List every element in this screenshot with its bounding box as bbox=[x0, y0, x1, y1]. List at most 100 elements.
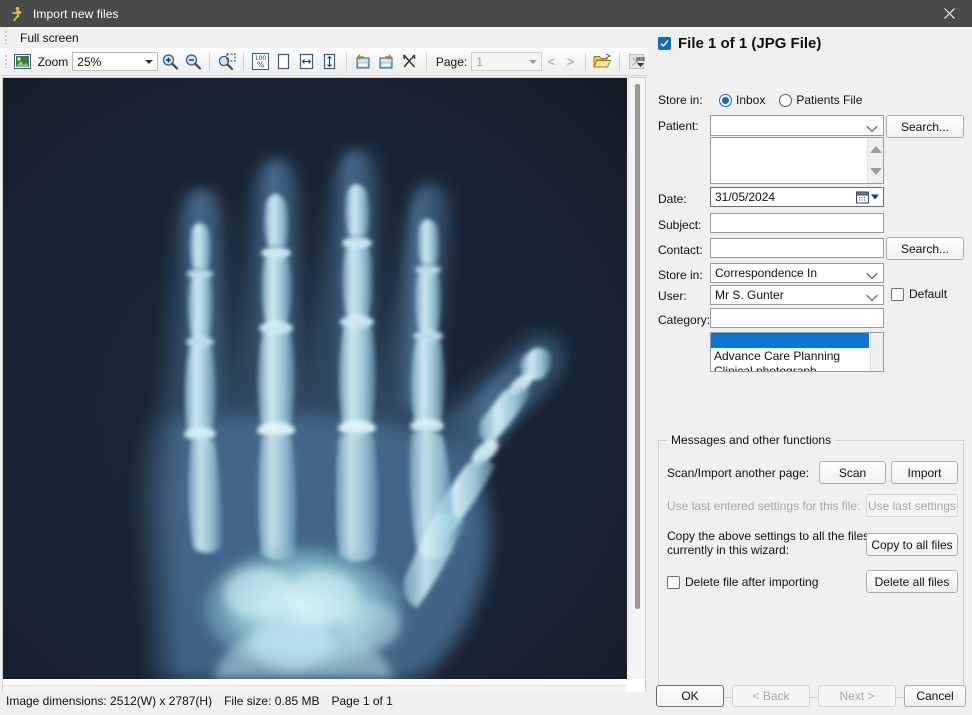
chevron-down-icon-page[interactable] bbox=[528, 59, 537, 64]
store-in-row: Store in: Inbox Patients File bbox=[658, 93, 876, 107]
toolbar-separator-3 bbox=[346, 52, 347, 71]
close-icon[interactable] bbox=[926, 0, 972, 27]
zoom-100-percent-icon[interactable]: 100 % bbox=[250, 51, 271, 73]
import-new-files-window: Import new files Full screen Zoom 25% 10… bbox=[0, 0, 972, 715]
fit-page-icon[interactable] bbox=[273, 51, 294, 73]
radio-patients-file[interactable]: Patients File bbox=[779, 93, 862, 107]
scroll-up-icon[interactable] bbox=[869, 146, 882, 153]
title-bar: Import new files bbox=[0, 0, 972, 27]
delete-file-checkbox-label: Delete file after importing bbox=[685, 575, 819, 589]
toolbar-separator-5 bbox=[585, 52, 587, 71]
image-icon[interactable] bbox=[12, 51, 33, 73]
menu-gripper[interactable] bbox=[2, 30, 11, 46]
zoom-in-icon[interactable] bbox=[159, 51, 180, 73]
prev-page-icon[interactable]: < bbox=[542, 54, 561, 69]
radio-inbox-dot bbox=[719, 93, 732, 107]
hand-xray-image[interactable] bbox=[3, 78, 627, 679]
radio-inbox-label: Inbox bbox=[736, 93, 766, 107]
toolbar-gripper[interactable] bbox=[2, 54, 11, 70]
messages-group-box: Messages and other functions Scan/Import… bbox=[658, 433, 964, 698]
viewer-menu-bar: Full screen bbox=[0, 27, 648, 48]
image-viewer-pane: Full screen Zoom 25% 100 % Page: 1 < > I… bbox=[0, 27, 648, 715]
date-label: Date: bbox=[658, 192, 687, 206]
toolbar-separator-6 bbox=[619, 52, 620, 71]
vertical-scrollbar-thumb[interactable] bbox=[635, 84, 640, 609]
zoom-select-area-icon[interactable] bbox=[216, 51, 237, 73]
category-option-1[interactable]: Advance Care Planning bbox=[711, 348, 869, 363]
contact-label: Contact: bbox=[658, 243, 703, 257]
toolbar-separator-2 bbox=[243, 52, 245, 71]
panel-heading-text: File 1 of 1 (JPG File) bbox=[678, 35, 822, 52]
category-list-scrollbar[interactable] bbox=[870, 333, 883, 371]
open-folder-icon[interactable] bbox=[592, 51, 613, 73]
chevron-down-icon-patient[interactable] bbox=[868, 121, 877, 130]
rotate-left-icon[interactable] bbox=[353, 51, 374, 73]
toolbar-separator bbox=[209, 52, 211, 71]
radio-inbox[interactable]: Inbox bbox=[719, 93, 765, 107]
page-combo[interactable]: 1 bbox=[471, 52, 542, 71]
next-page-icon[interactable]: > bbox=[561, 54, 580, 69]
patient-search-button[interactable]: Search... bbox=[886, 115, 964, 138]
default-checkbox-label: Default bbox=[909, 287, 948, 301]
delete-all-files-button[interactable]: Delete all files bbox=[866, 570, 958, 593]
default-checkbox[interactable]: Default bbox=[891, 287, 947, 301]
category-option-0[interactable] bbox=[711, 333, 869, 348]
chevron-down-icon-store-in-2[interactable] bbox=[868, 269, 877, 278]
user-value: Mr S. Gunter bbox=[715, 288, 784, 302]
calendar-icon[interactable] bbox=[856, 191, 879, 204]
next-button: Next > bbox=[818, 685, 896, 707]
window-title: Import new files bbox=[33, 6, 119, 21]
menu-item-full-screen[interactable]: Full screen bbox=[14, 29, 85, 47]
copy-to-all-files-button[interactable]: Copy to all files bbox=[866, 533, 958, 556]
import-button[interactable]: Import bbox=[891, 461, 958, 484]
svg-text:%: % bbox=[257, 61, 265, 70]
ok-button[interactable]: OK bbox=[656, 685, 724, 707]
panel-heading: File 1 of 1 (JPG File) bbox=[658, 35, 821, 52]
toolbar-overflow-icon[interactable] bbox=[634, 51, 646, 73]
subject-label: Subject: bbox=[658, 218, 702, 232]
patient-combo[interactable] bbox=[710, 115, 884, 136]
patient-results-listbox[interactable] bbox=[710, 137, 884, 184]
cancel-button[interactable]: Cancel bbox=[904, 685, 966, 707]
status-dimensions: Image dimensions: 2512(W) x 2787(H) bbox=[6, 694, 213, 708]
subject-field[interactable] bbox=[710, 213, 884, 233]
user-combo[interactable]: Mr S. Gunter bbox=[710, 285, 884, 305]
date-field[interactable]: 31/05/2024 bbox=[710, 187, 884, 207]
store-in-2-combo[interactable]: Correspondence In bbox=[710, 263, 884, 283]
viewer-toolbar: Zoom 25% 100 % Page: 1 < > bbox=[0, 48, 648, 76]
patient-label: Patient: bbox=[658, 119, 699, 133]
scan-button[interactable]: Scan bbox=[819, 461, 886, 484]
zoom-label: Zoom bbox=[37, 54, 69, 69]
back-button: < Back bbox=[732, 685, 810, 707]
contact-search-button[interactable]: Search... bbox=[886, 237, 964, 260]
zoom-out-icon[interactable] bbox=[182, 51, 203, 73]
category-field[interactable] bbox=[710, 308, 884, 328]
category-option-2[interactable]: Clinical photograph bbox=[711, 363, 869, 371]
rotate-right-icon[interactable] bbox=[376, 51, 397, 73]
store-in-2-value: Correspondence In bbox=[715, 266, 818, 280]
copy-to-all-label-line1: Copy the above settings to all the files bbox=[667, 529, 870, 543]
store-in-label: Store in: bbox=[658, 93, 703, 107]
chevron-down-icon[interactable] bbox=[145, 59, 154, 64]
file-included-checkbox[interactable] bbox=[658, 37, 671, 50]
runner-icon bbox=[5, 3, 27, 25]
scroll-down-icon[interactable] bbox=[869, 168, 882, 175]
delete-file-checkbox-box bbox=[667, 575, 680, 589]
image-vertical-scrollbar[interactable] bbox=[628, 78, 645, 679]
fit-height-icon[interactable] bbox=[319, 51, 340, 73]
status-file-size: File size: 0.85 MB bbox=[224, 694, 320, 708]
crop-icon[interactable] bbox=[399, 51, 420, 73]
patient-listbox-scrollbar[interactable] bbox=[867, 138, 883, 183]
page-label: Page: bbox=[435, 54, 468, 69]
delete-file-after-import-checkbox[interactable]: Delete file after importing bbox=[667, 575, 818, 589]
scan-import-label: Scan/Import another page: bbox=[667, 466, 810, 480]
toolbar-separator-4 bbox=[425, 52, 427, 71]
fit-width-icon[interactable] bbox=[296, 51, 317, 73]
default-checkbox-box bbox=[891, 287, 904, 301]
category-dropdown-list[interactable]: Advance Care Planning Clinical photograp… bbox=[710, 332, 884, 372]
contact-field[interactable] bbox=[710, 238, 884, 258]
copy-to-all-label: Copy the above settings to all the files… bbox=[667, 529, 869, 557]
user-label: User: bbox=[658, 289, 687, 303]
zoom-combo[interactable]: 25% bbox=[72, 52, 159, 71]
chevron-down-icon-user[interactable] bbox=[868, 291, 877, 300]
